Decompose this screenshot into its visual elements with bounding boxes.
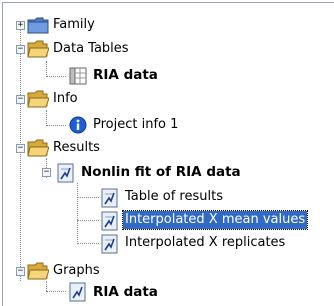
collapse-icon[interactable]: − bbox=[42, 168, 51, 177]
tree-node-label[interactable]: RIA data bbox=[91, 283, 160, 301]
tree-node-label[interactable]: RIA data bbox=[91, 66, 160, 84]
tree-connector bbox=[46, 125, 66, 126]
project-tree: + Family − Data Tables RIA data − Info P… bbox=[2, 2, 334, 306]
tree-node-label[interactable]: Interpolated X replicates bbox=[123, 234, 287, 252]
tree-connector bbox=[46, 61, 47, 77]
tree-node-label[interactable]: Table of results bbox=[123, 188, 225, 206]
graph-icon bbox=[69, 282, 87, 306]
tree-connector bbox=[77, 197, 99, 198]
tree-connector bbox=[77, 220, 99, 221]
tree-node-label[interactable]: Project info 1 bbox=[91, 116, 180, 134]
tree-node-label[interactable]: Graphs bbox=[51, 262, 102, 280]
tree-node-label[interactable]: Results bbox=[51, 139, 102, 157]
info-icon bbox=[69, 116, 87, 138]
tree-connector bbox=[77, 183, 78, 244]
tree-node-label[interactable]: Family bbox=[51, 16, 97, 34]
data-table-icon bbox=[69, 67, 87, 89]
tree-node-label[interactable]: Data Tables bbox=[51, 40, 131, 58]
folder-open-icon bbox=[27, 40, 50, 62]
tree-node-label[interactable]: Info bbox=[51, 90, 80, 108]
expand-icon[interactable]: + bbox=[16, 21, 25, 30]
collapse-icon[interactable]: − bbox=[16, 267, 25, 276]
results-sheet-icon bbox=[101, 234, 119, 258]
folder-open-icon bbox=[27, 139, 50, 161]
results-sheet-icon bbox=[57, 163, 75, 187]
folder-open-icon bbox=[27, 90, 50, 112]
folder-icon bbox=[27, 16, 49, 38]
tree-connector bbox=[46, 291, 66, 292]
collapse-icon[interactable]: − bbox=[16, 45, 25, 54]
tree-node-label[interactable]: Nonlin fit of RIA data bbox=[79, 163, 243, 181]
tree-node-label-selected[interactable]: Interpolated X mean values bbox=[121, 210, 309, 230]
tree-connector bbox=[77, 243, 99, 244]
tree-connector bbox=[46, 76, 66, 77]
folder-open-icon bbox=[27, 262, 50, 284]
collapse-icon[interactable]: − bbox=[16, 95, 25, 104]
results-sheet-icon bbox=[101, 211, 119, 235]
results-sheet-icon bbox=[101, 188, 119, 212]
collapse-icon[interactable]: − bbox=[16, 144, 25, 153]
tree-connector bbox=[46, 110, 47, 126]
tree-connector bbox=[20, 25, 21, 281]
